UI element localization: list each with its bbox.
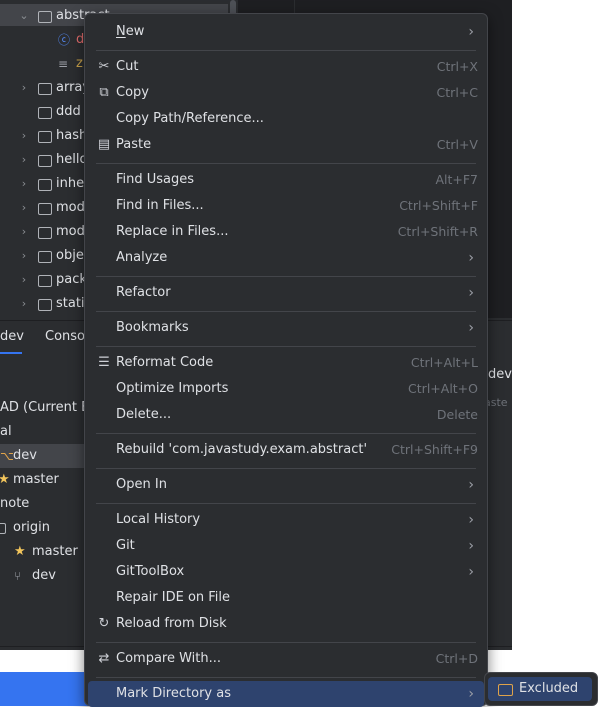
folder-icon — [38, 155, 52, 167]
paste-icon: ▤ — [97, 137, 111, 152]
menu-item-paste[interactable]: ▤ Paste Ctrl+V — [88, 132, 484, 158]
menu-item-bookmarks[interactable]: Bookmarks › — [88, 315, 484, 341]
menu-item-reformat-code[interactable]: ☰ Reformat Code Ctrl+Alt+L — [88, 350, 484, 376]
menu-item-optimize-imports[interactable]: Optimize Imports Ctrl+Alt+O — [88, 376, 484, 402]
menu-separator — [96, 346, 476, 347]
menu-item-find-usages[interactable]: Find Usages Alt+F7 — [88, 167, 484, 193]
chevron-right-icon: › — [21, 177, 27, 190]
chevron-right-icon: › — [21, 297, 27, 310]
text-file-icon: ≡ — [58, 57, 69, 71]
menu-separator — [96, 311, 476, 312]
menu-item-delete[interactable]: Delete... Delete — [88, 402, 484, 428]
folder-icon — [38, 251, 52, 263]
branch-head[interactable]: AD (Current B — [0, 396, 90, 420]
menu-item-replace-in-files[interactable]: Replace in Files... Ctrl+Shift+R — [88, 219, 484, 245]
folder-icon — [38, 11, 52, 23]
menu-separator — [96, 50, 476, 51]
menu-item-open-in[interactable]: Open In › — [88, 472, 484, 498]
chevron-right-icon: › — [468, 320, 474, 336]
star-icon: ★ — [14, 544, 26, 559]
copy-icon: ⧉ — [99, 85, 109, 100]
chevron-down-icon: ⌄ — [19, 9, 29, 22]
branch-group-local[interactable]: al — [0, 420, 12, 444]
menu-item-cut[interactable]: ✂ Cut Ctrl+X — [88, 54, 484, 80]
menu-separator — [96, 642, 476, 643]
tab-active-indicator — [0, 352, 22, 354]
folder-icon — [38, 203, 52, 215]
chevron-right-icon: › — [468, 686, 474, 702]
menu-item-local-history[interactable]: Local History › — [88, 507, 484, 533]
menu-item-new[interactable]: New › — [88, 19, 484, 45]
chevron-right-icon: › — [21, 153, 27, 166]
tab-console[interactable]: Conso — [45, 329, 85, 344]
status-strip — [0, 672, 90, 706]
folder-icon — [38, 227, 52, 239]
folder-icon — [38, 107, 52, 119]
menu-item-repair-ide[interactable]: Repair IDE on File — [88, 585, 484, 611]
context-menu: New › ✂ Cut Ctrl+X ⧉ Copy Ctrl+C Copy Pa… — [84, 13, 488, 707]
menu-separator — [96, 163, 476, 164]
reformat-icon: ☰ — [98, 355, 110, 370]
class-icon: ⓒ — [58, 33, 71, 47]
branch-group-remote[interactable]: note — [0, 492, 29, 516]
submenu-item-excluded[interactable]: Excluded — [488, 677, 592, 701]
star-icon: ★ — [0, 472, 10, 487]
folder-icon — [38, 179, 52, 191]
menu-item-copy[interactable]: ⧉ Copy Ctrl+C — [88, 80, 484, 106]
folder-icon — [0, 523, 6, 534]
breadcrumb-src[interactable]: src — [2, 647, 21, 650]
branch-icon: ⑂ — [14, 569, 22, 583]
menu-separator — [96, 468, 476, 469]
chevron-right-icon: › — [468, 24, 474, 40]
chevron-right-icon: › — [468, 512, 474, 528]
menu-item-compare-with[interactable]: ⇄ Compare With... Ctrl+D — [88, 646, 484, 672]
chevron-right-icon: › — [30, 647, 35, 650]
menu-separator — [96, 276, 476, 277]
chevron-right-icon: › — [468, 285, 474, 301]
chevron-right-icon: › — [21, 81, 27, 94]
menu-item-reload-from-disk[interactable]: ↻ Reload from Disk — [88, 611, 484, 637]
folder-icon — [38, 299, 52, 311]
menu-item-copy-path[interactable]: Copy Path/Reference... — [88, 106, 484, 132]
menu-item-mark-directory-as[interactable]: Mark Directory as › — [88, 681, 484, 707]
reload-icon: ↻ — [98, 616, 110, 631]
menu-separator — [96, 677, 476, 678]
menu-item-git[interactable]: Git › — [88, 533, 484, 559]
mark-directory-submenu: Excluded — [484, 672, 598, 706]
menu-separator — [96, 433, 476, 434]
folder-icon — [38, 131, 52, 143]
menu-separator — [96, 503, 476, 504]
excluded-folder-icon — [498, 684, 513, 696]
menu-item-find-in-files[interactable]: Find in Files... Ctrl+Shift+F — [88, 193, 484, 219]
commit-log-labels: dev aste — [484, 367, 512, 409]
menu-item-rebuild[interactable]: Rebuild 'com.javastudy.exam.abstract' Ct… — [88, 437, 484, 463]
scissors-icon: ✂ — [98, 59, 110, 74]
chevron-right-icon: › — [468, 477, 474, 493]
chevron-right-icon: › — [468, 564, 474, 580]
chevron-right-icon: › — [21, 225, 27, 238]
menu-item-refactor[interactable]: Refactor › — [88, 280, 484, 306]
tab-dev[interactable]: dev — [0, 329, 24, 344]
chevron-right-icon: › — [21, 273, 27, 286]
folder-icon — [38, 83, 52, 95]
chevron-right-icon: › — [468, 538, 474, 554]
folder-icon — [38, 275, 52, 287]
menu-item-analyze[interactable]: Analyze › — [88, 245, 484, 271]
menu-item-gittoolbox[interactable]: GitToolBox › — [88, 559, 484, 585]
compare-icon: ⇄ — [98, 651, 110, 666]
chevron-right-icon: › — [21, 249, 27, 262]
chevron-right-icon: › — [21, 129, 27, 142]
tag-icon: ⌥ — [0, 449, 14, 463]
chevron-right-icon: › — [468, 250, 474, 266]
chevron-right-icon: › — [21, 201, 27, 214]
